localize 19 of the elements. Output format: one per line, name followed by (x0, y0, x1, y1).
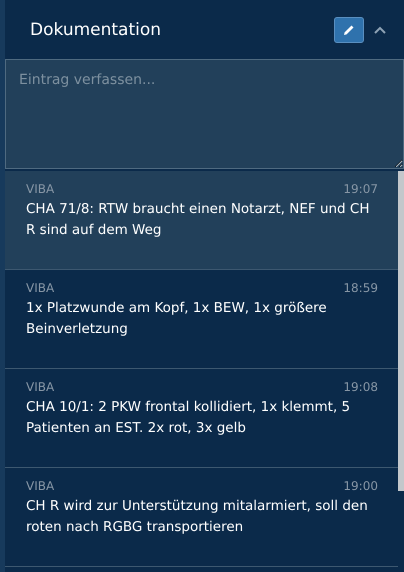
entry-text: CH R wird zur Unterstützung mitalarmiert, soll den roten nach RGBG transportieren (26, 497, 369, 537)
entry-author: VIBA (26, 182, 54, 196)
entry-author: VIBA (26, 479, 54, 493)
entry-input[interactable]: Eintrag verfassen... (5, 59, 404, 169)
scrollbar-thumb[interactable] (398, 171, 404, 491)
edit-button[interactable] (334, 17, 364, 43)
entry-time: 19:07 (343, 182, 378, 196)
pencil-icon (343, 24, 355, 36)
entry-time: 19:00 (343, 479, 378, 493)
entry-text: 1x Platzwunde am Kopf, 1x BEW, 1x größere Beinverletzung (26, 299, 328, 339)
entry-text: CHA 71/8: RTW braucht einen Notarzt, NEF und CH R sind auf dem Weg (26, 200, 370, 240)
entry-time: 18:59 (343, 281, 378, 295)
entry-author: VIBA (26, 380, 54, 394)
collapse-chevron-icon[interactable] (374, 26, 386, 34)
entry-text: CHA 10/1: 2 PKW frontal kollidiert, 1x klemmt, 5 Patienten an EST. 2x rot, 3x gelb (26, 398, 352, 438)
entry-time: 19:08 (343, 380, 378, 394)
log-entry[interactable]: VIBA 19:07 CHA 71/8: RTW braucht einen Notarzt, NEF und CH R sind auf dem Weg (5, 171, 398, 270)
entry-author: VIBA (26, 281, 54, 295)
panel-title: Dokumentation (30, 20, 162, 40)
